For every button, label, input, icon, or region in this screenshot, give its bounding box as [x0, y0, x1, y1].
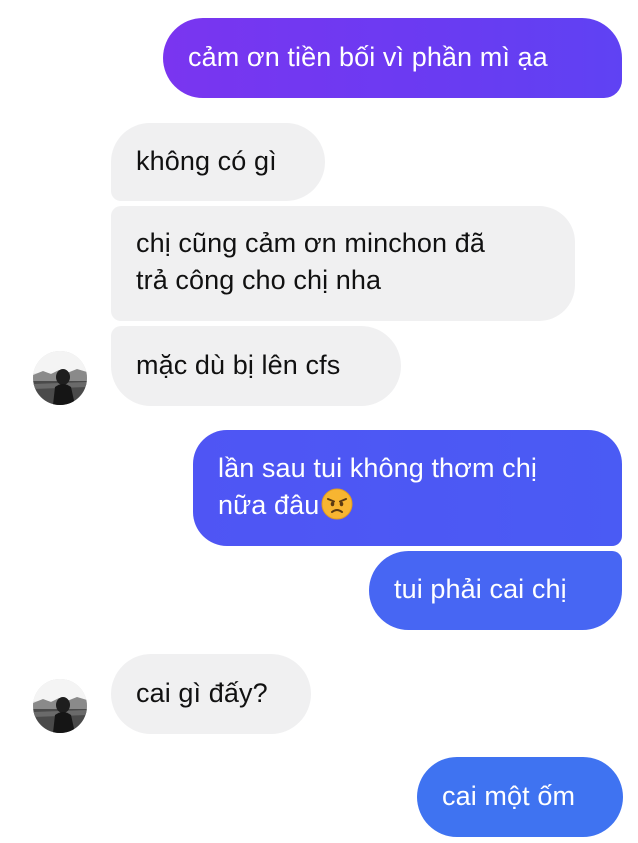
message-text-line: nữa đâu — [218, 487, 597, 524]
avatar[interactable] — [33, 679, 87, 733]
avatar-photo-icon — [33, 351, 87, 405]
message-bubble-outgoing[interactable]: lần sau tui không thơm chị nữa đâu — [193, 430, 622, 546]
message-text: nữa đâu — [218, 490, 320, 520]
message-text: mặc dù bị lên cfs — [136, 350, 341, 380]
message-text-line: chị cũng cảm ơn minchon đã — [136, 228, 485, 258]
angry-face-icon — [321, 488, 353, 520]
avatar-photo-icon — [33, 679, 87, 733]
message-bubble-incoming[interactable]: mặc dù bị lên cfs — [111, 326, 401, 406]
message-text: cai một ốm — [442, 781, 576, 811]
message-bubble-outgoing[interactable]: tui phải cai chị — [369, 551, 622, 630]
message-text: cảm ơn tiền bối vì phần mì ạa — [188, 42, 548, 72]
message-text-line: lần sau tui không thơm chị — [218, 453, 537, 483]
message-text: tui phải cai chị — [394, 574, 567, 604]
message-bubble-incoming[interactable]: không có gì — [111, 123, 325, 201]
message-bubble-outgoing[interactable]: cai một ốm — [417, 757, 623, 837]
avatar[interactable] — [33, 351, 87, 405]
message-text-line: trả công cho chị nha — [136, 265, 382, 295]
message-bubble-incoming[interactable]: cai gì đấy? — [111, 654, 311, 734]
message-thread: cảm ơn tiền bối vì phần mì ạa không có g… — [0, 0, 638, 843]
message-bubble-incoming[interactable]: chị cũng cảm ơn minchon đã trả công cho … — [111, 206, 575, 321]
message-text: cai gì đấy? — [136, 678, 268, 708]
message-bubble-outgoing[interactable]: cảm ơn tiền bối vì phần mì ạa — [163, 18, 622, 98]
message-text: không có gì — [136, 146, 277, 176]
